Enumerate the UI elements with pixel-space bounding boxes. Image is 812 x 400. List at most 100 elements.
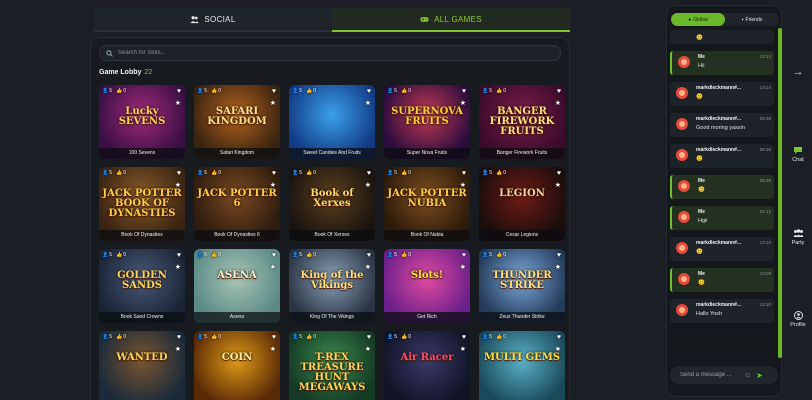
chat-tab-friends[interactable]: ▪ Friends xyxy=(725,13,779,26)
game-card[interactable]: COIN 👤 5 👍 0 ♥ ★ xyxy=(194,331,280,400)
star-icon[interactable]: ★ xyxy=(175,263,181,271)
chat-message-input[interactable] xyxy=(680,372,744,378)
chat-tab-global[interactable]: ● Global xyxy=(671,13,725,26)
heart-icon[interactable]: ♥ xyxy=(367,170,371,177)
game-card[interactable]: T-REX TREASURE HUNT MEGAWAYS 👤 5 👍 0 ♥ ★ xyxy=(289,331,375,400)
game-card[interactable]: ASENA 👤 5 👍 0 ♥ ★ Asena xyxy=(194,249,280,323)
avatar[interactable] xyxy=(678,273,690,285)
heart-icon[interactable]: ♥ xyxy=(177,252,181,259)
star-icon[interactable]: ★ xyxy=(460,181,466,189)
chat-username[interactable]: Me xyxy=(698,209,746,215)
game-card[interactable]: SUPERNOVA FRUITS 👤 5 👍 0 ♥ ★ Super Nova Fruits xyxy=(384,85,470,159)
heart-icon[interactable]: ♥ xyxy=(557,334,561,341)
heart-icon[interactable]: ♥ xyxy=(557,252,561,259)
game-card[interactable]: THUNDER STRIKE 👤 5 👍 0 ♥ ★ Zeus Thunder Strike xyxy=(479,249,565,323)
search-input[interactable] xyxy=(118,50,538,56)
star-icon[interactable]: ★ xyxy=(555,99,561,107)
thumb-icon: 👍 xyxy=(116,170,123,176)
star-icon[interactable]: ★ xyxy=(270,181,276,189)
search-bar[interactable] xyxy=(99,45,561,61)
chat-username[interactable]: markdieckmann#... xyxy=(696,147,744,153)
emoji-icon[interactable]: ☺ xyxy=(744,372,751,379)
favs-stat: 👍 0 xyxy=(306,334,316,340)
star-icon[interactable]: ★ xyxy=(175,181,181,189)
heart-icon[interactable]: ♥ xyxy=(177,334,181,341)
chat-scrollbar-thumb[interactable] xyxy=(778,28,782,358)
game-card[interactable]: WANTED 👤 5 👍 0 ♥ ★ xyxy=(99,331,185,400)
star-icon[interactable]: ★ xyxy=(555,181,561,189)
game-card[interactable]: SAFARI KINGDOM 👤 5 👍 0 ♥ ★ Safari Kingdom xyxy=(194,85,280,159)
avatar[interactable] xyxy=(678,56,690,68)
heart-icon[interactable]: ♥ xyxy=(367,252,371,259)
heart-icon[interactable]: ♥ xyxy=(272,170,276,177)
user-icon: 👤 xyxy=(482,334,489,340)
star-icon[interactable]: ★ xyxy=(365,181,371,189)
avatar[interactable] xyxy=(676,87,688,99)
thumb-icon: 👍 xyxy=(496,252,503,258)
game-card[interactable]: Air Racer 👤 5 👍 0 ♥ ★ xyxy=(384,331,470,400)
chat-username[interactable]: markdieckmann#... xyxy=(696,116,744,122)
heart-icon[interactable]: ♥ xyxy=(272,334,276,341)
game-card[interactable]: JACK POTTER BOOK OF DYNASTIES 👤 5 👍 0 ♥ ★ Book … xyxy=(99,167,185,241)
rail-profile-button[interactable]: Profile xyxy=(784,311,812,328)
chat-scrollbar[interactable] xyxy=(778,28,782,358)
heart-icon[interactable]: ♥ xyxy=(272,88,276,95)
avatar[interactable] xyxy=(678,180,690,192)
game-card[interactable]: Slots! 👤 5 👍 0 ♥ ★ Get Rich xyxy=(384,249,470,323)
heart-icon[interactable]: ♥ xyxy=(367,334,371,341)
chat-username[interactable]: markdieckmann#... xyxy=(696,240,744,246)
game-card[interactable]: Book of Xerxes 👤 5 👍 0 ♥ ★ Book Of Xerxes xyxy=(289,167,375,241)
star-icon[interactable]: ★ xyxy=(365,263,371,271)
heart-icon[interactable]: ♥ xyxy=(462,170,466,177)
tab-all-games[interactable]: ALL GAMES xyxy=(332,8,570,32)
collapse-arrow-button[interactable]: → xyxy=(784,66,812,80)
game-card[interactable]: LEGION 👤 5 👍 0 ♥ ★ Cesar Legions xyxy=(479,167,565,241)
game-card[interactable]: JACK POTTER NUBIA 👤 5 👍 0 ♥ ★ Book Of Nubia xyxy=(384,167,470,241)
avatar[interactable] xyxy=(676,149,688,161)
game-card[interactable]: Lucky SEVENS 👤 5 👍 0 ♥ ★ 100 Sevens xyxy=(99,85,185,159)
star-icon[interactable]: ★ xyxy=(175,99,181,107)
game-card[interactable]: GOLDEN SANDS 👤 5 👍 0 ♥ ★ Book Sand Crowns xyxy=(99,249,185,323)
avatar[interactable] xyxy=(676,242,688,254)
star-icon[interactable]: ★ xyxy=(460,99,466,107)
star-icon[interactable]: ★ xyxy=(270,99,276,107)
heart-icon[interactable]: ♥ xyxy=(462,252,466,259)
heart-icon[interactable]: ♥ xyxy=(177,88,181,95)
chat-username[interactable]: Me xyxy=(698,178,746,184)
star-icon[interactable]: ★ xyxy=(365,99,371,107)
star-icon[interactable]: ★ xyxy=(460,263,466,271)
game-card[interactable]: 👤 5 👍 0 ♥ ★ Sweet Candies And Fruits xyxy=(289,85,375,159)
game-card[interactable]: King of the Vikings 👤 5 👍 0 ♥ ★ King Of The Vik… xyxy=(289,249,375,323)
star-icon[interactable]: ★ xyxy=(175,345,181,353)
chat-text: 😊 xyxy=(696,94,703,100)
avatar[interactable] xyxy=(676,304,688,316)
star-icon[interactable]: ★ xyxy=(270,345,276,353)
star-icon[interactable]: ★ xyxy=(460,345,466,353)
chat-username[interactable]: Me xyxy=(698,271,746,277)
star-icon[interactable]: ★ xyxy=(555,345,561,353)
send-icon[interactable]: ➤ xyxy=(756,371,763,380)
avatar[interactable] xyxy=(678,211,690,223)
star-icon[interactable]: ★ xyxy=(365,345,371,353)
game-card[interactable]: JACK POTTER 6 👤 5 👍 0 ♥ ★ Book Of Dynasties 6 xyxy=(194,167,280,241)
tab-social[interactable]: SOCIAL xyxy=(94,8,332,32)
heart-icon[interactable]: ♥ xyxy=(272,252,276,259)
game-name: Zeus Thunder Strike xyxy=(479,312,565,323)
heart-icon[interactable]: ♥ xyxy=(557,88,561,95)
heart-icon[interactable]: ♥ xyxy=(367,88,371,95)
chat-username[interactable]: markdieckmann#... xyxy=(696,302,744,308)
user-icon: 👤 xyxy=(292,88,299,94)
heart-icon[interactable]: ♥ xyxy=(462,88,466,95)
chat-username[interactable]: Me xyxy=(698,54,746,60)
star-icon[interactable]: ★ xyxy=(270,263,276,271)
heart-icon[interactable]: ♥ xyxy=(462,334,466,341)
game-card[interactable]: MULTI GEMS 👤 5 👍 0 ♥ ★ xyxy=(479,331,565,400)
rail-party-button[interactable]: Party xyxy=(784,229,812,246)
rail-chat-button[interactable]: Chat xyxy=(784,146,812,163)
star-icon[interactable]: ★ xyxy=(555,263,561,271)
avatar[interactable] xyxy=(676,118,688,130)
game-card[interactable]: BANGER FIREWORK FRUITS 👤 5 👍 0 ♥ ★ Banger Firew… xyxy=(479,85,565,159)
chat-username[interactable]: markdieckmann#... xyxy=(696,85,744,91)
heart-icon[interactable]: ♥ xyxy=(557,170,561,177)
heart-icon[interactable]: ♥ xyxy=(177,170,181,177)
